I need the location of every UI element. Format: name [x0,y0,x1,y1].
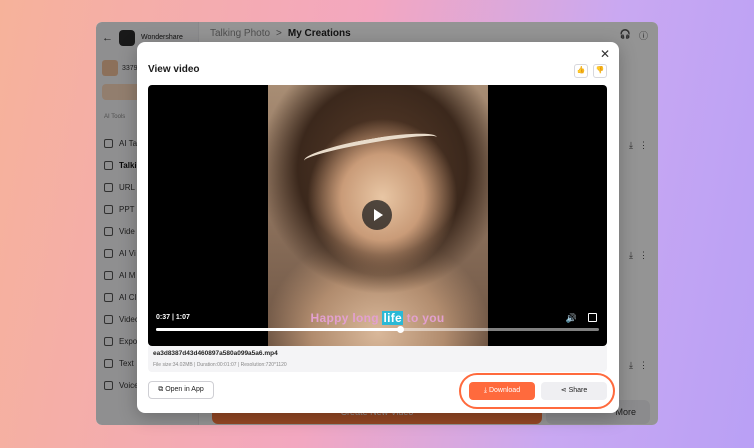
current-time: 0:37 [156,314,171,321]
close-icon[interactable]: ✕ [600,47,610,61]
file-meta: File size:34.02MB | Duration:00:01:07 | … [153,362,287,368]
share-icon: ⋖ [560,387,569,394]
video-caption: Happy long life to you [148,311,607,325]
caption-text: Happy long [310,311,383,325]
progress-bar[interactable] [156,326,599,333]
duration: 1:07 [175,314,190,321]
fullscreen-icon[interactable] [588,313,597,322]
download-label: Download [488,387,521,394]
share-button[interactable]: ⋖ Share [541,382,607,400]
play-button[interactable] [362,200,392,230]
progress-handle[interactable] [396,326,404,333]
caption-highlight: life [382,311,404,325]
open-in-app-button[interactable]: ⧉ Open in App [148,381,214,399]
share-label: Share [568,387,588,394]
thumbs-up-icon[interactable]: 👍 [574,64,588,78]
video-player[interactable]: Happy long life to you 0:37 | 1:07 🔊 [148,85,607,346]
progress-fill [156,328,400,331]
dialog-title: View video [148,64,200,75]
play-icon [374,209,383,221]
file-name: ea3d8387d43d460897a580a099a5a6.mp4 [153,350,278,357]
thumbs-down-icon[interactable]: 👎 [593,64,607,78]
open-in-app-label: Open in App [165,386,204,393]
file-info: ea3d8387d43d460897a580a099a5a6.mp4 File … [148,346,607,372]
view-video-dialog: View video ✕ 👍 👎 Happy long life to you … [137,42,619,413]
download-button[interactable]: ⤓ Download [469,382,535,400]
caption-text: to you [403,311,445,325]
time-separator: | [171,314,174,321]
time-display: 0:37 | 1:07 [156,314,190,321]
volume-icon[interactable]: 🔊 [566,313,577,324]
